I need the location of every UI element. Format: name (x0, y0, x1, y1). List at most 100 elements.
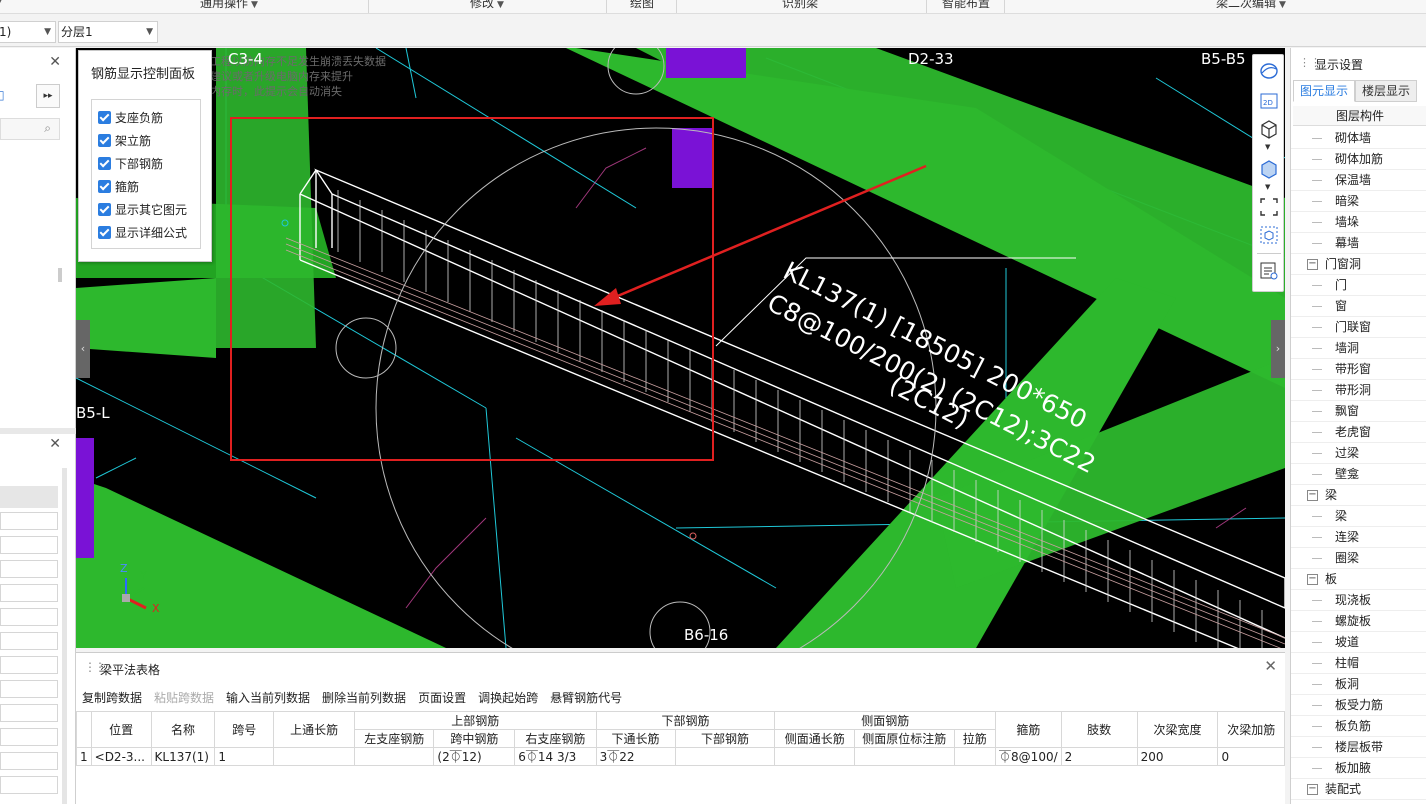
list-item[interactable] (0, 728, 58, 746)
3d-solid-icon[interactable] (1259, 159, 1279, 179)
tree-item[interactable]: 圈梁 (1291, 548, 1426, 569)
paste-span-data-button[interactable]: 粘贴跨数据 (154, 689, 214, 706)
col-header-sec-add[interactable]: 次梁加筋 (1217, 711, 1285, 748)
list-item[interactable] (0, 560, 58, 578)
tree-item[interactable]: 壁龛 (1291, 464, 1426, 485)
option-bottom-rebar[interactable]: 下部钢筋 (98, 154, 163, 172)
tree-item[interactable]: 柱帽 (1291, 653, 1426, 674)
checkbox-checked-icon[interactable] (98, 202, 111, 216)
col-header-mid-span[interactable]: 跨中钢筋 (433, 729, 516, 748)
tree-item[interactable]: 板受力筋 (1291, 695, 1426, 716)
col-header-bot-rebar[interactable]: 下部钢筋 (674, 729, 776, 748)
col-header-name[interactable]: 名称 (150, 711, 216, 748)
cell-stirrup[interactable]: ⏁8@100/ (995, 747, 1062, 766)
col-header-sec-width[interactable]: 次梁宽度 (1136, 711, 1219, 748)
ribbon-group-draw[interactable]: 绘图 (630, 0, 654, 11)
tree-item[interactable]: 坡道 (1291, 632, 1426, 653)
close-icon[interactable]: ✕ (1264, 657, 1277, 675)
checkbox-checked-icon[interactable] (98, 110, 111, 124)
collapse-icon[interactable]: − (1307, 490, 1318, 501)
option-other-elements[interactable]: 显示其它图元 (98, 200, 187, 218)
tree-item[interactable]: 飘窗 (1291, 401, 1426, 422)
orbit-icon[interactable] (1259, 61, 1279, 81)
close-icon[interactable]: ✕ (49, 436, 61, 452)
fit-view-icon[interactable] (1259, 197, 1279, 217)
ribbon-group-identify-beam[interactable]: 识别梁 (782, 0, 818, 11)
tab-floor-display[interactable]: 楼层显示 (1355, 80, 1418, 102)
cell-side-orig[interactable] (853, 747, 955, 766)
col-header-position[interactable]: 位置 (90, 711, 152, 748)
list-item[interactable] (0, 680, 58, 698)
tree-item[interactable]: 带形洞 (1291, 380, 1426, 401)
tree-group[interactable]: − 装配式 (1291, 779, 1426, 800)
col-header-top-through[interactable]: 上通长筋 (273, 711, 355, 748)
tree-item[interactable]: 连梁 (1291, 527, 1426, 548)
tab-element-display[interactable]: 图元显示 (1293, 80, 1356, 102)
tree-item[interactable]: 门联窗 (1291, 317, 1426, 338)
expand-button[interactable]: ▸▸ (36, 84, 60, 108)
tree-item[interactable]: 板洞 (1291, 674, 1426, 695)
col-header-span[interactable]: 跨号 (214, 711, 275, 748)
copy-span-data-button[interactable]: 复制跨数据 (82, 689, 142, 706)
list-item[interactable] (0, 632, 58, 650)
col-header-bot-through[interactable]: 下通长筋 (595, 729, 676, 748)
option-erection-rebar[interactable]: 架立筋 (98, 131, 151, 149)
chevron-down-icon[interactable]: ▼ (1265, 143, 1270, 151)
col-header-stirrup[interactable]: 箍筋 (995, 711, 1062, 748)
tree-item[interactable]: 板负筋 (1291, 716, 1426, 737)
cell-sec-add[interactable]: 0 (1217, 747, 1285, 766)
search-input[interactable]: ⌕ (0, 118, 60, 140)
cell-right-seat[interactable]: 6⏁14 3/3 (514, 747, 597, 766)
floor-combo[interactable]: 1) ▼ (0, 21, 56, 43)
list-item[interactable] (0, 752, 58, 770)
cantilever-code-button[interactable]: 悬臂钢筋代号 (550, 689, 622, 706)
ribbon-group-general[interactable]: 通用操作 ▼ (200, 0, 258, 11)
list-item[interactable] (0, 536, 58, 554)
tree-item[interactable]: 门 (1291, 275, 1426, 296)
ribbon-group-beam-edit[interactable]: 梁二次编辑 ▼ (1216, 0, 1286, 11)
cell-tie[interactable] (953, 747, 997, 766)
tree-item[interactable]: 幕墙 (1291, 233, 1426, 254)
3d-box-icon[interactable] (1259, 119, 1279, 139)
tree-item[interactable]: 带形窗 (1291, 359, 1426, 380)
col-header-legs[interactable]: 肢数 (1060, 711, 1138, 748)
tree-item[interactable]: 砌体加筋 (1291, 149, 1426, 170)
tree-group[interactable]: − 板 (1291, 569, 1426, 590)
3d-viewport[interactable]: 工程以防内存不足发生崩溃丢失数据 建议或者升级电脑内存来提升 内存时，此提示会自… (76, 48, 1285, 648)
list-item[interactable] (0, 776, 58, 794)
tree-item[interactable]: 窗 (1291, 296, 1426, 317)
col-header-left-seat[interactable]: 左支座钢筋 (353, 729, 435, 748)
input-column-data-button[interactable]: 输入当前列数据 (226, 689, 310, 706)
collapse-right-handle[interactable]: › (1271, 320, 1285, 378)
list-item[interactable] (0, 486, 58, 508)
ribbon-group-smart-layout[interactable]: 智能布置 (942, 0, 990, 11)
cell-top-through[interactable] (273, 747, 355, 766)
select-box-icon[interactable] (1259, 225, 1279, 245)
list-item[interactable] (0, 608, 58, 626)
tree-group[interactable]: − 梁 (1291, 485, 1426, 506)
tree-item[interactable]: 老虎窗 (1291, 422, 1426, 443)
layer-settings-icon[interactable] (1259, 261, 1279, 281)
cell-side-through[interactable] (774, 747, 855, 766)
checkbox-checked-icon[interactable] (98, 133, 111, 147)
cell-bot-through[interactable]: 3⏁22 (595, 747, 676, 766)
cell-mid-span[interactable]: (2⏁12) (433, 747, 516, 766)
option-stirrup[interactable]: 箍筋 (98, 177, 139, 195)
cell-span[interactable]: 1 (214, 747, 275, 766)
ribbon-group-left[interactable]: ▼ (0, 0, 2, 8)
tree-item[interactable]: 暗梁 (1291, 191, 1426, 212)
checkbox-checked-icon[interactable] (98, 179, 111, 193)
collapse-icon[interactable]: − (1307, 784, 1318, 795)
delete-column-data-button[interactable]: 删除当前列数据 (322, 689, 406, 706)
col-header-side-through[interactable]: 侧面通长筋 (774, 729, 855, 748)
cell-left-seat[interactable] (353, 747, 435, 766)
layer-select[interactable]: 分层1 ▼ (58, 21, 158, 43)
close-icon[interactable]: ✕ (49, 54, 61, 70)
ribbon-group-modify[interactable]: 修改 ▼ (470, 0, 504, 11)
option-support-rebar[interactable]: 支座负筋 (98, 108, 163, 126)
option-detailed-formula[interactable]: 显示详细公式 (98, 223, 187, 241)
list-item[interactable] (0, 704, 58, 722)
tree-item[interactable]: 墙洞 (1291, 338, 1426, 359)
table-row[interactable]: 1 <D2-3... KL137(1) 1 (2⏁12) 6⏁14 3/3 3⏁… (76, 747, 1285, 766)
scrollbar[interactable] (62, 468, 67, 804)
